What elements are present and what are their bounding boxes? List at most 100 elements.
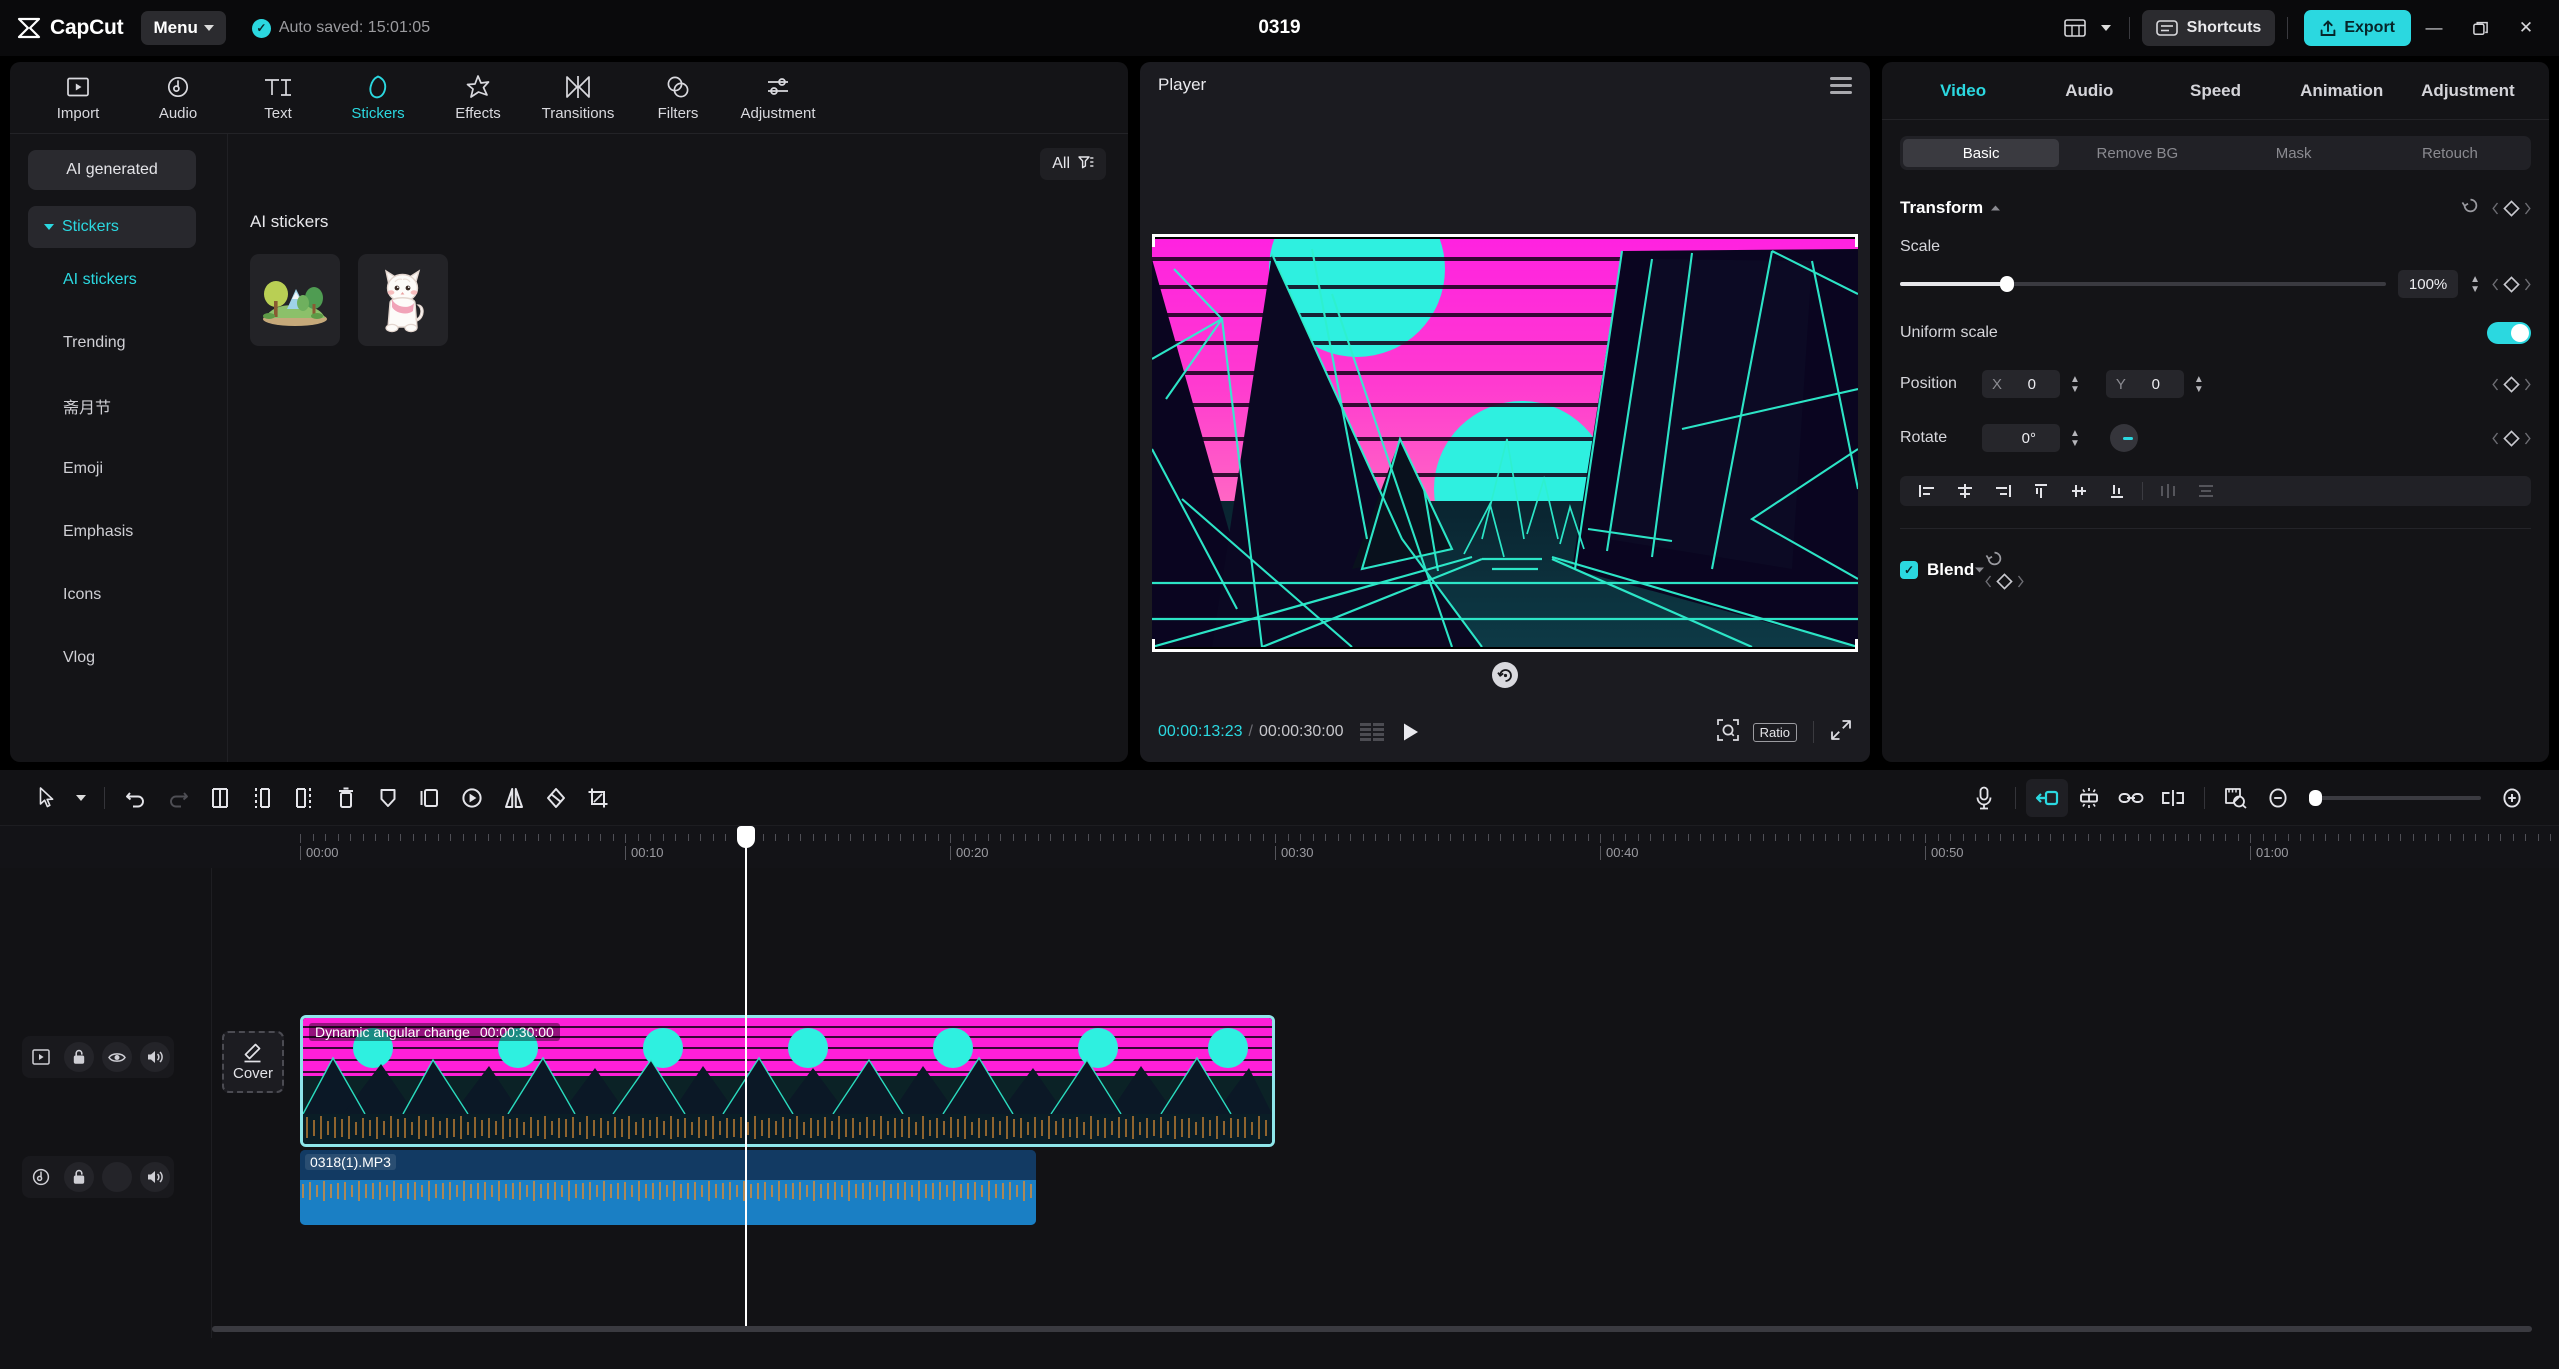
zoom-out-icon[interactable]	[2257, 779, 2299, 817]
stickers-group-toggle[interactable]: Stickers	[28, 206, 196, 248]
ai-generated-button[interactable]: AI generated	[28, 150, 196, 190]
rotate-stepper[interactable]: ▲ ▼	[2070, 428, 2080, 448]
lock-track-icon[interactable]	[64, 1042, 94, 1072]
tab-video[interactable]: Video	[1900, 81, 2026, 101]
sidebar-item-trending[interactable]: Trending	[28, 311, 227, 374]
scale-keyframe-controls[interactable]	[2492, 275, 2531, 293]
distribute-vertical-icon[interactable]	[2187, 477, 2225, 505]
layout-icon[interactable]	[2055, 10, 2095, 46]
uniform-scale-toggle[interactable]	[2487, 322, 2531, 344]
align-bottom-icon[interactable]	[2098, 477, 2136, 505]
tab-transitions[interactable]: Transitions	[528, 65, 628, 131]
timeline-horizontal-scrollbar[interactable]	[212, 1326, 2532, 1332]
position-x-field[interactable]: X 0	[1982, 370, 2060, 398]
marker-icon[interactable]	[367, 779, 409, 817]
split-at-playhead-icon[interactable]	[2152, 779, 2194, 817]
sidebar-item-emphasis[interactable]: Emphasis	[28, 500, 227, 563]
video-clip[interactable]: Dynamic angular change 00:00:30:00	[300, 1015, 1275, 1147]
position-y-stepper[interactable]: ▲ ▼	[2194, 374, 2204, 394]
player-menu-icon[interactable]	[1830, 76, 1852, 94]
scale-value-input[interactable]: 100%	[2398, 270, 2459, 298]
zoom-in-icon[interactable]	[2491, 779, 2533, 817]
freeze-frame-icon[interactable]	[409, 779, 451, 817]
tab-audio[interactable]: Audio	[2026, 81, 2152, 101]
redo-icon[interactable]	[157, 779, 199, 817]
undo-icon[interactable]	[115, 779, 157, 817]
scale-stepper[interactable]: ▲ ▼	[2470, 274, 2480, 294]
reset-icon[interactable]	[2461, 196, 2480, 220]
trim-left-icon[interactable]	[241, 779, 283, 817]
keyframe-controls[interactable]	[2492, 199, 2531, 217]
split-icon[interactable]	[199, 779, 241, 817]
filter-button[interactable]: All	[1040, 148, 1106, 180]
measure-icon[interactable]	[2215, 779, 2257, 817]
ratio-button[interactable]: Ratio	[1752, 722, 1797, 742]
reset-icon[interactable]	[1985, 551, 2004, 572]
forest-landscape-sticker[interactable]	[250, 254, 340, 346]
maximize-button[interactable]	[2457, 6, 2503, 50]
select-tool-icon[interactable]	[26, 779, 68, 817]
subtab-retouch[interactable]: Retouch	[2372, 139, 2528, 167]
layout-chevron-icon[interactable]	[2095, 10, 2117, 46]
sidebar-item-ramadan[interactable]: 斋月节	[28, 374, 227, 437]
tab-filters[interactable]: Filters	[628, 65, 728, 131]
position-x-stepper[interactable]: ▲ ▼	[2070, 374, 2080, 394]
rotate-handle-icon[interactable]	[1492, 662, 1518, 688]
mute-track-icon[interactable]	[140, 1042, 170, 1072]
distribute-horizontal-icon[interactable]	[2149, 477, 2187, 505]
tab-adjustment[interactable]: Adjustment	[2405, 81, 2531, 101]
tab-animation[interactable]: Animation	[2279, 81, 2405, 101]
timeline-ruler[interactable]: 00:00 00:10 00:20 00:30 00:40 00:50 01:00	[0, 826, 2559, 868]
rotate-field[interactable]: 0°	[1982, 424, 2060, 452]
subtab-mask[interactable]: Mask	[2216, 139, 2372, 167]
sidebar-item-ai-stickers[interactable]: AI stickers	[28, 248, 227, 311]
sidebar-item-vlog[interactable]: Vlog	[28, 626, 227, 689]
menu-button[interactable]: Menu	[141, 11, 226, 45]
record-voiceover-icon[interactable]	[1963, 779, 2005, 817]
zoom-to-fit-icon[interactable]	[1716, 718, 1739, 746]
align-left-icon[interactable]	[1908, 477, 1946, 505]
subtab-basic[interactable]: Basic	[1903, 139, 2060, 167]
align-center-horizontal-icon[interactable]	[1946, 477, 1984, 505]
chevron-down-icon[interactable]	[1974, 561, 1985, 579]
chevron-up-icon[interactable]	[1990, 199, 2001, 217]
cover-button[interactable]: Cover	[222, 1031, 284, 1093]
blend-keyframe-controls[interactable]	[1985, 573, 2024, 590]
lock-track-icon[interactable]	[64, 1162, 94, 1192]
export-button[interactable]: Export	[2304, 10, 2411, 46]
timeline-zoom-slider[interactable]	[2309, 789, 2481, 806]
select-tool-chevron-icon[interactable]	[68, 779, 94, 817]
minimize-button[interactable]: —	[2411, 6, 2457, 50]
align-right-icon[interactable]	[1984, 477, 2022, 505]
tab-adjustment[interactable]: Adjustment	[728, 65, 828, 131]
position-keyframe-controls[interactable]	[2492, 375, 2531, 393]
sidebar-item-icons[interactable]: Icons	[28, 563, 227, 626]
timecode-display-icon[interactable]	[1359, 722, 1386, 742]
tab-effects[interactable]: Effects	[428, 65, 528, 131]
blend-checkbox[interactable]: ✓	[1900, 560, 1918, 579]
align-center-vertical-icon[interactable]	[2060, 477, 2098, 505]
close-button[interactable]: ✕	[2503, 6, 2549, 50]
tab-audio[interactable]: Audio	[128, 65, 228, 131]
reverse-icon[interactable]	[451, 779, 493, 817]
scale-slider[interactable]	[1900, 276, 2387, 292]
video-preview[interactable]	[1152, 239, 1858, 647]
mirror-icon[interactable]	[493, 779, 535, 817]
sidebar-item-emoji[interactable]: Emoji	[28, 437, 227, 500]
align-top-icon[interactable]	[2022, 477, 2060, 505]
play-button[interactable]	[1402, 722, 1420, 742]
delete-icon[interactable]	[325, 779, 367, 817]
tab-stickers[interactable]: Stickers	[328, 65, 428, 131]
scale-slider-knob[interactable]	[1999, 276, 2014, 292]
rotate-icon[interactable]	[535, 779, 577, 817]
tab-text[interactable]: Text	[228, 65, 328, 131]
shortcuts-button[interactable]: Shortcuts	[2141, 10, 2276, 46]
auto-adjust-icon[interactable]	[2068, 779, 2110, 817]
position-y-field[interactable]: Y 0	[2105, 370, 2184, 398]
crop-icon[interactable]	[577, 779, 619, 817]
timeline-zoom-knob[interactable]	[2309, 789, 2322, 806]
audio-track-icon[interactable]	[26, 1162, 56, 1192]
audio-clip[interactable]: 0318(1).MP3	[300, 1150, 1036, 1225]
trim-right-icon[interactable]	[283, 779, 325, 817]
auto-snap-toggle[interactable]	[2026, 778, 2068, 817]
